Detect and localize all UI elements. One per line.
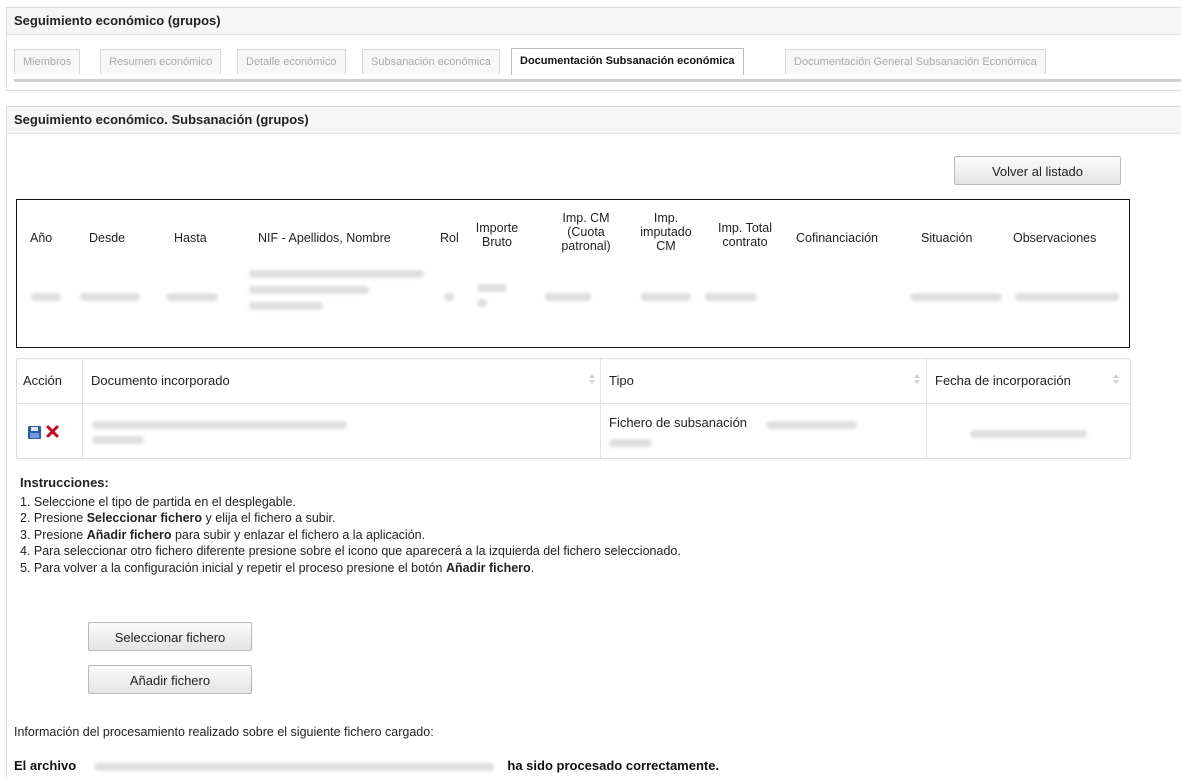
instruction-step: 3. Presione Añadir fichero para subir y … bbox=[20, 527, 681, 544]
instruction-text: 5. Para volver a la configuración inicia… bbox=[20, 560, 446, 575]
sort-icon[interactable] bbox=[589, 374, 596, 384]
redacted-text bbox=[92, 421, 347, 429]
col-imp-cm: Imp. CM (Cuota patronal) bbox=[551, 211, 621, 253]
column-divider bbox=[600, 359, 601, 458]
col-importe-bruto: Importe Bruto bbox=[475, 221, 519, 249]
tab-detalle-economico[interactable]: Detalle económico bbox=[237, 49, 346, 74]
redacted-text bbox=[80, 293, 140, 301]
col-fecha-incorporacion[interactable]: Fecha de incorporación bbox=[935, 359, 1071, 403]
tab-miembros[interactable]: Miembros bbox=[14, 49, 81, 74]
instruction-step: 4. Para seleccionar otro fichero diferen… bbox=[20, 544, 681, 558]
sort-icon[interactable] bbox=[1113, 374, 1120, 384]
col-rol: Rol bbox=[440, 231, 459, 245]
col-cofinanciacion: Cofinanciación bbox=[796, 231, 878, 245]
redacted-text bbox=[545, 293, 591, 301]
redacted-text bbox=[910, 293, 1002, 301]
col-desde: Desde bbox=[89, 231, 126, 245]
redacted-filename bbox=[80, 762, 504, 771]
redacted-text bbox=[166, 293, 218, 301]
col-situacion: Situación bbox=[921, 231, 973, 245]
delete-icon[interactable] bbox=[46, 425, 59, 438]
col-impimp-line2: imputado bbox=[640, 225, 692, 239]
instructions-title: Instrucciones: bbox=[20, 475, 109, 490]
col-impimp-line3: CM bbox=[656, 239, 676, 253]
subsanation-panel: Seguimiento económico. Subsanación (grup… bbox=[6, 106, 1181, 779]
col-impcm-line3: patronal) bbox=[561, 239, 611, 253]
sort-icon[interactable] bbox=[914, 374, 921, 384]
tab-documentacion-subsanacion[interactable]: Documentación Subsanación económica bbox=[511, 48, 744, 75]
col-imptot-line1: Imp. Total bbox=[718, 221, 772, 235]
col-anio: Año bbox=[30, 231, 53, 245]
processing-result: El archivo ha sido procesado correctamen… bbox=[14, 758, 719, 773]
col-imp-total: Imp. Total contrato bbox=[710, 221, 780, 249]
redacted-text bbox=[93, 762, 494, 771]
redacted-text bbox=[249, 286, 369, 294]
col-importe-line1: Importe bbox=[475, 221, 519, 235]
back-to-list-button[interactable]: Volver al listado bbox=[954, 156, 1121, 185]
col-impcm-line2: (Cuota bbox=[567, 225, 605, 239]
processing-info: Información del procesamiento realizado … bbox=[14, 725, 434, 739]
redacted-text bbox=[477, 284, 507, 292]
instruction-text: para subir y enlazar el fichero a la apl… bbox=[171, 527, 426, 542]
redacted-text bbox=[249, 302, 323, 310]
instructions: Instrucciones: 1. Seleccione el tipo de … bbox=[20, 475, 681, 576]
instruction-text: . bbox=[530, 560, 535, 575]
instruction-text: 2. Presione bbox=[20, 511, 87, 525]
instruction-text: 3. Presione bbox=[20, 527, 87, 542]
redacted-text bbox=[609, 439, 652, 447]
col-observaciones: Observaciones bbox=[1013, 231, 1097, 245]
redacted-text bbox=[444, 293, 454, 301]
instruction-step: 1. Seleccione el tipo de partida en el d… bbox=[20, 494, 296, 509]
column-divider bbox=[926, 359, 927, 458]
instruction-emphasis: Añadir fichero bbox=[445, 560, 531, 575]
add-file-button[interactable]: Añadir fichero bbox=[88, 665, 252, 694]
col-impimp-line1: Imp. bbox=[653, 211, 679, 225]
redacted-text bbox=[249, 270, 424, 278]
documents-table-header: Acción Documento incorporado Tipo Fecha … bbox=[17, 359, 1130, 404]
col-nif: NIF - Apellidos, Nombre bbox=[258, 231, 391, 245]
redacted-text bbox=[31, 293, 61, 301]
redacted-text bbox=[1015, 293, 1119, 301]
instruction-step: 2. Presione Seleccionar fichero y elija … bbox=[20, 510, 681, 527]
col-imp-imputado: Imp. imputado CM bbox=[635, 211, 697, 253]
instruction-emphasis: Añadir fichero bbox=[86, 527, 172, 542]
save-icon[interactable] bbox=[28, 426, 41, 439]
panel-title: Seguimiento económico (grupos) bbox=[7, 8, 1181, 35]
tab-resumen-economico[interactable]: Resumen económico bbox=[100, 49, 222, 74]
panel-title: Seguimiento económico. Subsanación (grup… bbox=[7, 107, 1181, 134]
column-divider bbox=[82, 359, 83, 458]
col-hasta: Hasta bbox=[174, 231, 207, 245]
tab-bar: Miembros Resumen económico Detalle econó… bbox=[14, 48, 1181, 82]
redacted-text bbox=[641, 293, 691, 301]
col-imptot-line2: contrato bbox=[722, 235, 768, 249]
document-type: Fichero de subsanación bbox=[609, 415, 748, 430]
col-impcm-line1: Imp. CM bbox=[562, 211, 610, 225]
redacted-text bbox=[92, 436, 144, 444]
result-prefix: El archivo bbox=[14, 758, 77, 773]
col-importe-line2: Bruto bbox=[482, 235, 512, 249]
col-accion: Acción bbox=[23, 373, 63, 388]
redacted-text bbox=[766, 421, 857, 429]
col-documento-incorporado[interactable]: Documento incorporado bbox=[91, 359, 230, 403]
economic-tracking-panel: Seguimiento económico (grupos) Miembros … bbox=[6, 7, 1181, 91]
instruction-emphasis: Seleccionar fichero bbox=[86, 511, 203, 525]
tab-subsanacion-economica[interactable]: Subsanación económica bbox=[362, 49, 500, 74]
redacted-text bbox=[970, 430, 1087, 438]
summary-table: Año Desde Hasta NIF - Apellidos, Nombre … bbox=[16, 199, 1130, 348]
redacted-text bbox=[705, 293, 757, 301]
result-suffix: ha sido procesado correctamente. bbox=[507, 758, 720, 773]
col-tipo[interactable]: Tipo bbox=[609, 359, 634, 403]
select-file-button[interactable]: Seleccionar fichero bbox=[88, 622, 252, 651]
tab-documentacion-general[interactable]: Documentación General Subsanación Económ… bbox=[785, 49, 1046, 74]
redacted-text bbox=[477, 299, 487, 307]
instruction-step: 5. Para volver a la configuración inicia… bbox=[20, 560, 681, 577]
documents-table: Acción Documento incorporado Tipo Fecha … bbox=[16, 358, 1131, 459]
instruction-text: y elija el fichero a subir. bbox=[202, 511, 336, 525]
